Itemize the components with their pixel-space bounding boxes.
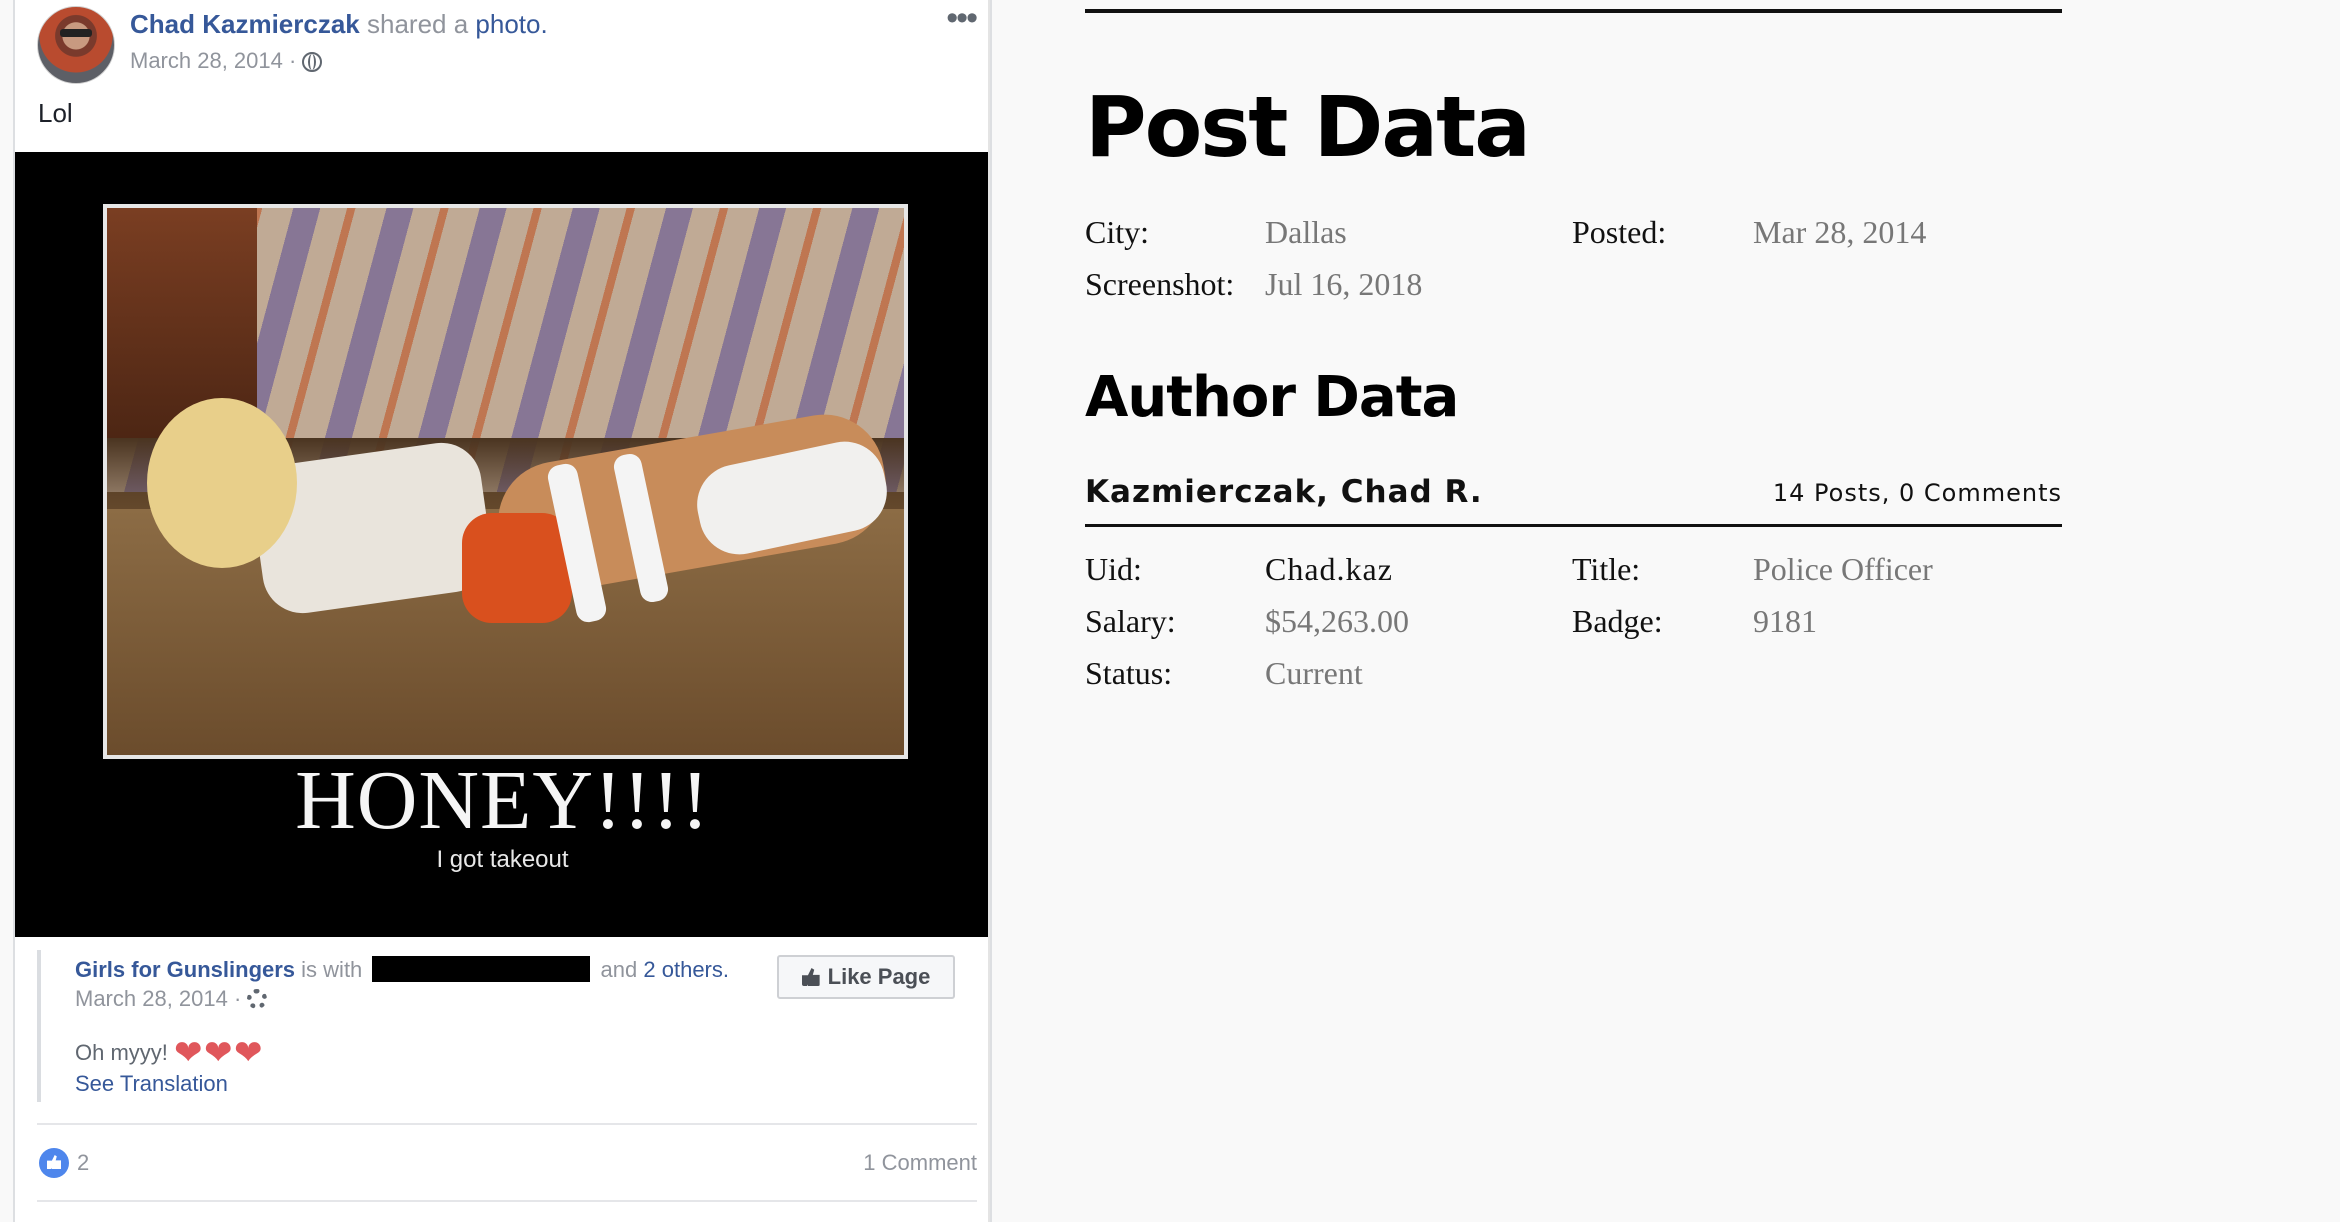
facebook-post-card: Chad Kazmierczak shared a photo. March 2…	[13, 0, 992, 1222]
post-photo[interactable]: HONEY!!!! I got takeout	[15, 152, 990, 937]
status-value-cell: Current	[1265, 655, 1363, 692]
uid-value: Chad.kaz	[1265, 551, 1393, 587]
divider	[37, 1200, 977, 1202]
title-field: Title:	[1572, 551, 1640, 588]
badge-field: Badge:	[1572, 603, 1663, 640]
heart-icon: ❤	[174, 1034, 203, 1072]
post-timestamp: March 28, 2014 ·	[130, 48, 323, 74]
post-header: Chad Kazmierczak shared a photo.	[130, 9, 548, 40]
city-value-cell: Dallas	[1265, 214, 1347, 251]
field-label: City:	[1085, 214, 1150, 250]
author-data-heading: Author Data	[1085, 365, 1459, 430]
city-value: Dallas	[1265, 214, 1347, 250]
screenshot-value: Jul 16, 2018	[1265, 266, 1423, 302]
badge-value-cell: 9181	[1753, 603, 1817, 640]
photo-link[interactable]: photo.	[475, 9, 547, 39]
photo-subcaption: I got takeout	[436, 846, 569, 873]
photo-caption: HONEY!!!!	[295, 754, 710, 847]
divider	[37, 1123, 977, 1125]
salary-value: $54,263.00	[1265, 603, 1409, 639]
globe-icon	[302, 52, 323, 72]
title-value-cell: Police Officer	[1753, 551, 1933, 588]
author-stats: 14 Posts, 0 Comments	[1772, 479, 2062, 507]
page-name-link[interactable]: Girls for Gunslingers	[75, 957, 295, 982]
see-translation-link[interactable]: See Translation	[75, 1071, 228, 1097]
redaction-bar	[372, 956, 591, 982]
badge-value: 9181	[1753, 603, 1817, 639]
like-reaction-icon[interactable]	[39, 1148, 69, 1178]
field-label: Posted:	[1572, 214, 1667, 250]
author-full-name: Kazmierczak, Chad R.	[1085, 474, 1483, 510]
uid-value-cell: Chad.kaz	[1265, 551, 1393, 588]
author-rule	[1085, 524, 2062, 527]
salary-field: Salary:	[1085, 603, 1176, 640]
shared-post: Girls for Gunslingers is with and 2 othe…	[37, 950, 981, 1102]
shared-post-text: Oh myyy! ❤❤❤	[75, 1034, 264, 1072]
shared-text-body: Oh myyy!	[75, 1040, 168, 1065]
status-field: Status:	[1085, 655, 1172, 692]
post-text: Lol	[38, 98, 73, 128]
with-text: is with	[301, 957, 363, 982]
screenshot-field: Screenshot:	[1085, 266, 1234, 303]
field-label: Uid:	[1085, 551, 1142, 587]
shared-text: shared a	[367, 9, 469, 39]
salary-value-cell: $54,263.00	[1265, 603, 1409, 640]
status-value: Current	[1265, 655, 1363, 691]
comment-count-link[interactable]: 1 Comment	[863, 1150, 977, 1176]
field-label: Title:	[1572, 551, 1641, 587]
uid-field: Uid:	[1085, 551, 1142, 588]
shared-date-text[interactable]: March 28, 2014 ·	[75, 986, 241, 1011]
thumbs-up-icon	[801, 968, 820, 986]
title-value: Police Officer	[1753, 551, 1933, 587]
shared-post-timestamp: March 28, 2014 ·	[75, 986, 268, 1012]
panel-divider	[988, 0, 990, 1222]
like-page-label: Like Page	[827, 964, 931, 989]
posted-value-cell: Mar 28, 2014	[1753, 214, 1926, 251]
field-label: Status:	[1085, 655, 1173, 691]
posted-field: Posted:	[1572, 214, 1666, 251]
heart-icon: ❤	[204, 1034, 233, 1072]
data-panel: Post Data City: Dallas Posted: Mar 28, 2…	[1085, 0, 2062, 1222]
field-label: Salary:	[1085, 603, 1176, 639]
field-label: Screenshot:	[1085, 266, 1235, 302]
more-horizontal-icon[interactable]: •••	[946, 1, 978, 35]
screenshot-value-cell: Jul 16, 2018	[1265, 266, 1422, 303]
others-link[interactable]: 2 others.	[643, 957, 729, 982]
posted-value: Mar 28, 2014	[1753, 214, 1927, 250]
photo-image	[103, 204, 908, 759]
field-label: Badge:	[1572, 603, 1663, 639]
author-name-link[interactable]: Chad Kazmierczak	[130, 9, 360, 39]
heart-icon: ❤	[234, 1034, 263, 1072]
post-date-text[interactable]: March 28, 2014 ·	[130, 48, 296, 73]
like-page-button[interactable]: Like Page	[777, 955, 955, 999]
top-rule	[1085, 9, 2062, 13]
like-count[interactable]: 2	[77, 1150, 89, 1176]
author-avatar[interactable]	[37, 6, 115, 84]
post-data-heading: Post Data	[1085, 78, 1531, 176]
city-field: City:	[1085, 214, 1149, 251]
and-text: and	[600, 957, 638, 982]
gear-icon	[247, 989, 268, 1009]
shared-post-header: Girls for Gunslingers is with and 2 othe…	[75, 956, 729, 983]
